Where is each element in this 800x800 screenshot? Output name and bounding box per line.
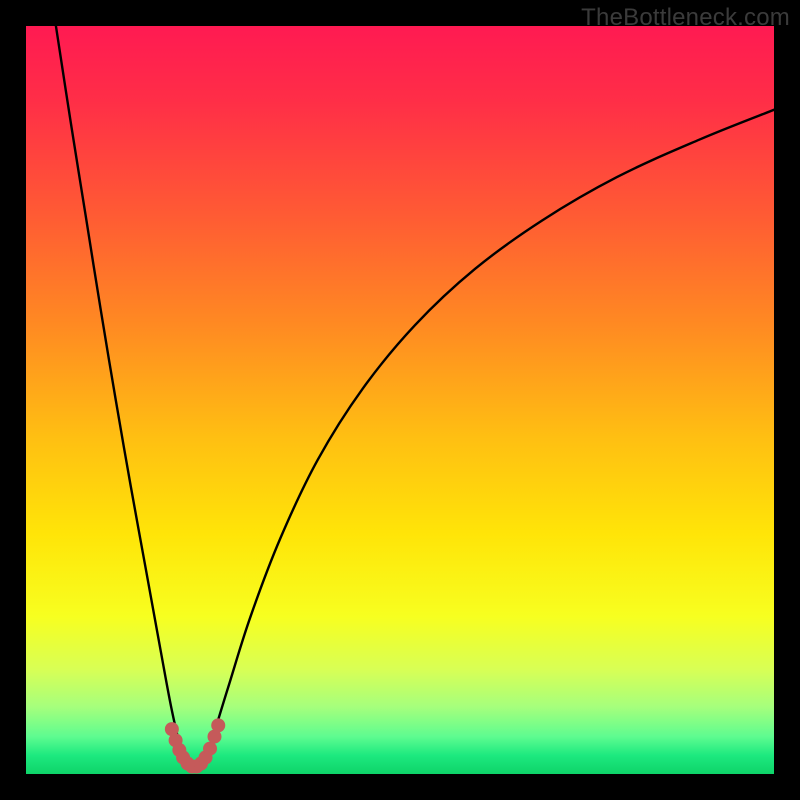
curve-right-branch: [200, 110, 774, 770]
marker-dot: [203, 742, 217, 756]
marker-dot: [211, 718, 225, 732]
chart-frame: TheBottleneck.com: [0, 0, 800, 800]
plot-area: [26, 26, 774, 774]
watermark-text: TheBottleneck.com: [581, 4, 790, 32]
min-marker: [165, 718, 225, 773]
bottleneck-curve: [26, 26, 774, 774]
curve-left-branch: [56, 26, 189, 770]
